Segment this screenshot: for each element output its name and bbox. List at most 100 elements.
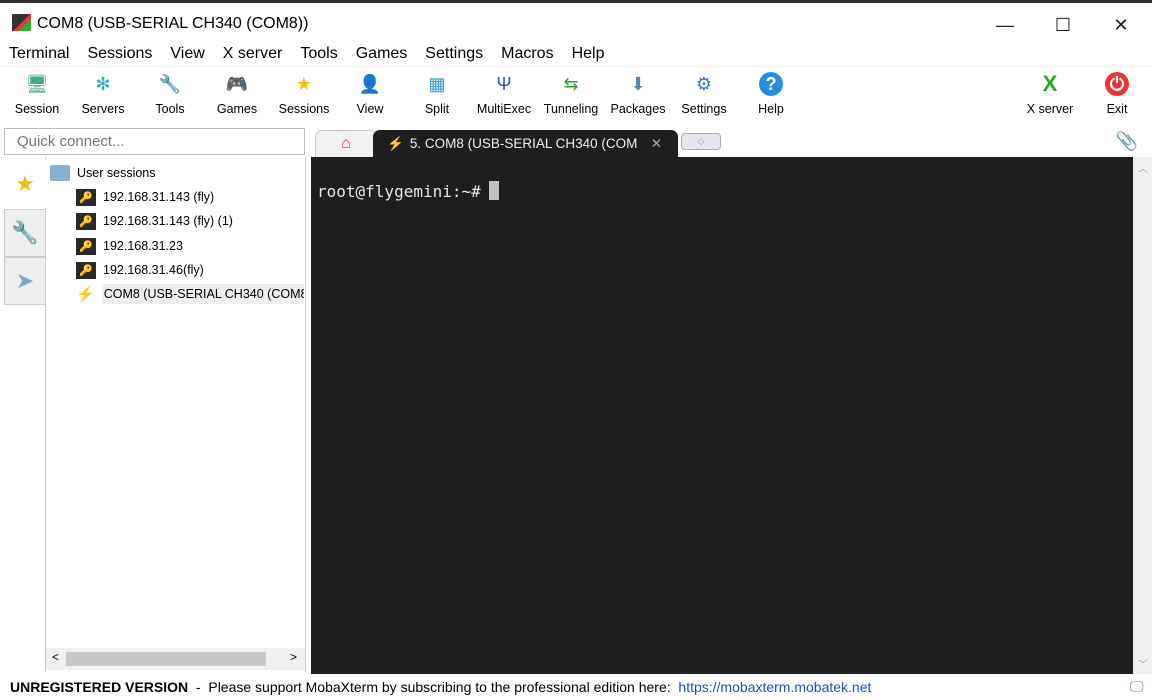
sidebar-sessions-star-icon[interactable]: ★ [4,160,46,208]
monitor-icon[interactable]: 🖵 [1130,678,1144,695]
scroll-up-arrow-icon[interactable]: ︿ [1138,160,1148,175]
vertical-scrollbar[interactable]: ︿ ﹀ [1133,157,1152,674]
unregistered-label: UNREGISTERED VERSION [10,679,189,695]
toolbar-label: Help [758,102,784,116]
menu-macros[interactable]: Macros [492,43,562,66]
servers-icon: ✻ [95,73,111,94]
scroll-down-arrow-icon[interactable]: ﹀ [1138,656,1148,671]
session-label: 192.168.31.46(fly) [103,263,204,277]
menu-x-server[interactable]: X server [214,43,292,66]
scrollbar-thumb[interactable] [66,652,266,666]
view-icon: 👤 [358,73,382,94]
ssh-key-icon: 🔑 [76,188,96,206]
tab-label: 5. COM8 (USB-SERIAL CH340 (COM [409,136,638,151]
toolbar-help-button[interactable]: ? Help [738,70,804,116]
toolbar-x-server-button[interactable]: X X server [1017,70,1083,116]
menu-help[interactable]: Help [563,43,614,66]
status-message: - Please support MobaXterm by subscribin… [188,679,679,695]
scroll-right-arrow-icon[interactable]: > [290,650,297,664]
menu-bar: Terminal Sessions View X server Tools Ga… [0,43,1152,66]
ssh-key-icon: 🔑 [76,212,96,230]
toolbar-label: Packages [610,102,666,116]
attachment-icon[interactable]: 📎 [1116,131,1138,152]
toolbar-label: Tunneling [543,102,599,116]
sidebar-sftp-paperplane-icon[interactable]: ➤ [4,257,46,305]
menu-terminal[interactable]: Terminal [0,43,78,66]
tunneling-icon: ⇆ [563,73,579,94]
toolbar-label: Sessions [278,102,330,116]
settings-icon: ⚙ [695,73,713,94]
home-tab[interactable]: ⌂ [315,130,377,157]
session-label: 192.168.31.143 (fly) [103,190,215,204]
ssh-key-icon: 🔑 [76,261,96,279]
power-icon: ⏻ [1105,72,1129,96]
toolbar-label: Settings [681,102,727,116]
toolbar-games-button[interactable]: 🎮 Games [204,70,270,117]
horizontal-scrollbar[interactable]: < > [46,648,305,670]
star-icon: ★ [295,73,313,94]
toolbar-view-button[interactable]: 👤 View [337,70,403,117]
sidebar-strip: ★ 🔧 ➤ [4,157,46,672]
home-icon: ⌂ [341,135,351,152]
new-tab-button[interactable]: ◇ [681,133,721,150]
session-item[interactable]: 🔑 192.168.31.143 (fly) [76,186,214,208]
menu-games[interactable]: Games [347,43,417,66]
title-bar: COM8 (USB-SERIAL CH340 (COM8)) — ☐ ✕ [0,3,1152,43]
toolbar-split-button[interactable]: ▦ Split [404,70,470,117]
close-button[interactable]: ✕ [1092,7,1150,43]
session-item[interactable]: 🔑 192.168.31.46(fly) [76,259,204,281]
toolbar-tunneling-button[interactable]: ⇆ Tunneling [538,70,604,117]
toolbar-sessions-button[interactable]: ★ Sessions [271,70,337,117]
terminal-prompt: root@flygemini:~# [317,182,481,201]
toolbar-exit-button[interactable]: ⏻ Exit [1084,70,1150,116]
toolbar-label: Split [424,102,450,116]
mobaxterm-logo-icon [12,14,31,31]
toolbar-label: Servers [81,102,125,116]
session-item-selected[interactable]: ⚡ COM8 (USB-SERIAL CH340 (COM8 [76,283,304,305]
user-folder-icon [50,165,70,181]
toolbar: 🖥 Session ✻ Servers 🔧 Tools 🎮 Games ★ Sessions 👤 Vi… [0,66,1152,122]
packages-icon: ⬇ [630,73,646,94]
session-label: COM8 (USB-SERIAL CH340 (COM8 [101,284,304,304]
toolbar-tools-button[interactable]: 🔧 Tools [137,70,203,117]
multiexec-icon: Ψ [496,73,512,94]
maximize-button[interactable]: ☐ [1034,7,1092,43]
toolbar-multiexec-button[interactable]: Ψ MultiExec [471,70,537,117]
toolbar-label: Exit [1106,102,1128,116]
serial-plug-icon: ⚡ [76,286,95,303]
toolbar-label: Games [216,102,258,116]
toolbar-session-button[interactable]: 🖥 Session [4,70,70,117]
session-icon: 🖥 [25,73,49,94]
toolbar-label: View [356,102,384,116]
terminal[interactable]: root@flygemini:~# [311,157,1133,674]
status-bar: UNREGISTERED VERSION - Please support Mo… [0,676,1152,700]
toolbar-label: Session [14,102,60,116]
menu-view[interactable]: View [161,43,213,66]
tab-bar: ⌂ ⚡ 5. COM8 (USB-SERIAL CH340 (COM ✕ ◇ 📎 [311,127,1152,157]
window-title: COM8 (USB-SERIAL CH340 (COM8)) [37,15,309,32]
menu-settings[interactable]: Settings [416,43,492,66]
menu-sessions[interactable]: Sessions [78,43,161,66]
toolbar-settings-button[interactable]: ⚙ Settings [671,70,737,117]
sessions-tree: User sessions 🔑 192.168.31.143 (fly) 🔑 192… [46,157,306,672]
scroll-left-arrow-icon[interactable]: < [52,650,59,664]
minimize-button[interactable]: — [976,7,1034,43]
tab-com8[interactable]: ⚡ 5. COM8 (USB-SERIAL CH340 (COM ✕ [373,130,678,157]
folder-user-sessions[interactable]: User sessions [50,162,156,184]
folder-label: User sessions [77,166,156,180]
sidebar-tools-icon[interactable]: 🔧 [4,209,46,257]
toolbar-label: X server [1026,102,1074,116]
session-item[interactable]: 🔑 192.168.31.143 (fly) (1) [76,210,233,232]
menu-tools[interactable]: Tools [291,43,346,66]
games-icon: 🎮 [225,73,249,94]
split-icon: ▦ [428,73,446,94]
toolbar-servers-button[interactable]: ✻ Servers [70,70,136,117]
toolbar-packages-button[interactable]: ⬇ Packages [605,70,671,117]
session-item[interactable]: 🔑 192.168.31.23 [76,235,183,257]
mobatek-link[interactable]: https://mobaxterm.mobatek.net [678,679,871,695]
serial-plug-icon: ⚡ [387,135,404,151]
terminal-cursor [488,181,499,200]
session-label: 192.168.31.143 (fly) (1) [103,214,233,228]
quick-connect-input[interactable] [4,128,305,155]
tab-close-button[interactable]: ✕ [651,136,662,152]
